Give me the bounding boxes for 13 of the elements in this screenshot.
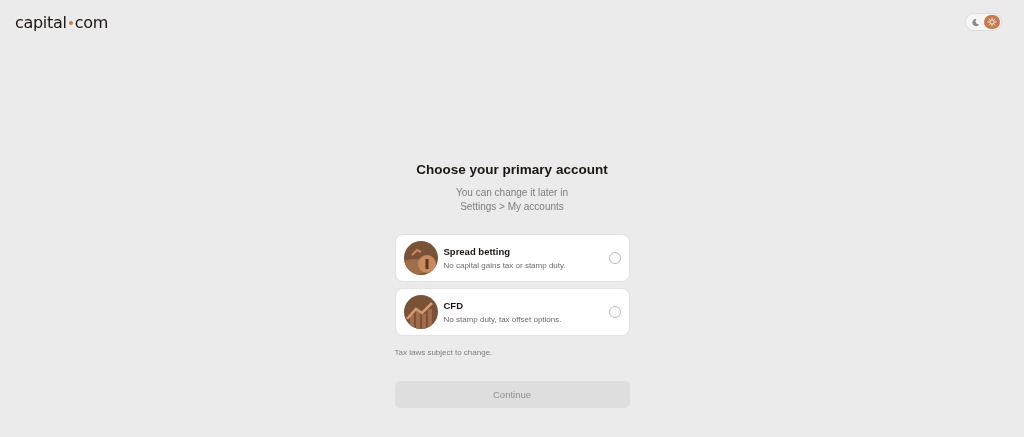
account-description: No stamp duty, tax offset options. [443,315,563,324]
moon-icon [970,17,980,27]
theme-toggle[interactable] [965,13,1002,31]
account-option[interactable]: Spread betting No capital gains tax or stamp duty. [394,234,630,282]
disclaimer-note: Tax laws subject to change. [394,348,494,357]
account-name: Spread betting [443,246,511,257]
logo[interactable]: capital com [15,12,108,32]
page-title: Choose your primary account [415,162,609,177]
account-name: CFD [443,300,465,311]
subtitle: You can change it later in Settings > My accounts [455,186,569,214]
account-option[interactable]: CFD No stamp duty, tax offset options. [394,288,630,336]
account-description: No capital gains tax or stamp duty. [443,261,567,270]
sun-icon [987,17,997,27]
